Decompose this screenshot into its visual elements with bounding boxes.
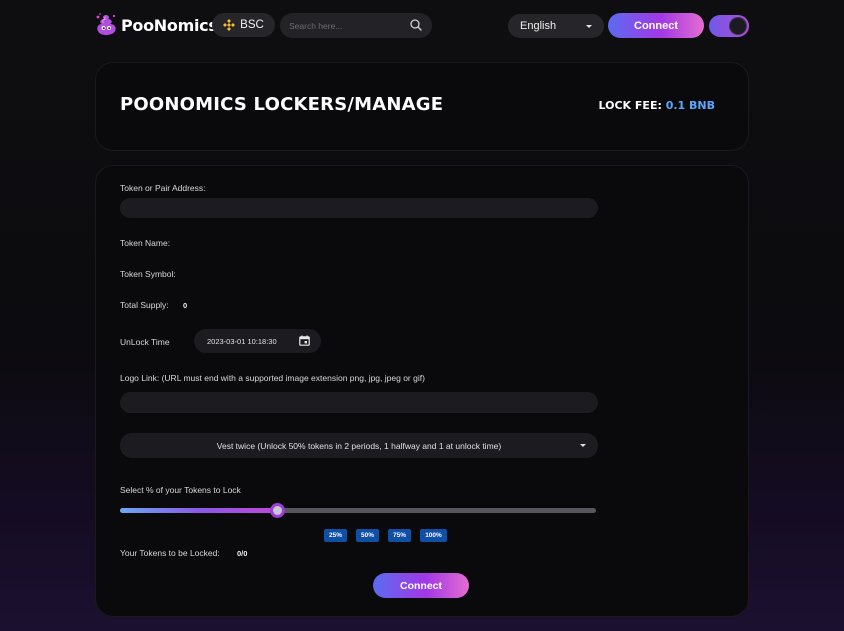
percent-50-button[interactable]: 50% — [356, 529, 379, 542]
chevron-down-icon — [580, 444, 586, 447]
tokens-locked-label: Your Tokens to be Locked: — [120, 548, 220, 558]
search-placeholder: Search here... — [289, 20, 343, 31]
unlock-time-input[interactable]: 2023-03-01 10:18:30 — [194, 329, 321, 353]
percent-75-button[interactable]: 75% — [388, 529, 411, 542]
unlock-time-value: 2023-03-01 10:18:30 — [207, 336, 277, 346]
vesting-select[interactable]: Vest twice (Unlock 50% tokens in 2 perio… — [120, 433, 598, 458]
search-input[interactable]: Search here... — [280, 13, 432, 38]
language-select[interactable]: English — [508, 14, 604, 38]
brand-logo[interactable]: PooNomics — [95, 12, 218, 38]
slider-thumb[interactable] — [270, 503, 286, 518]
logo-link-label: Logo Link: (URL must end with a supporte… — [120, 373, 425, 383]
unlock-time-label: UnLock Time — [120, 337, 170, 347]
percent-label: Select % of your Tokens to Lock — [120, 485, 241, 495]
top-navbar: PooNomics BSC Search here... English Con… — [0, 0, 844, 52]
calendar-icon[interactable] — [299, 335, 310, 348]
token-symbol-label: Token Symbol: — [120, 269, 176, 279]
total-supply-label: Total Supply: — [120, 300, 169, 310]
lock-fee-value: 0.1 BNB — [665, 99, 715, 112]
chevron-down-icon — [586, 24, 592, 28]
lock-fee-label: LOCK FEE: — [598, 99, 662, 112]
lock-percent-slider[interactable] — [120, 503, 596, 518]
poo-mascot-icon — [95, 12, 117, 38]
chain-selector-button[interactable]: BSC — [212, 13, 275, 37]
slider-fill — [120, 508, 278, 513]
search-icon[interactable] — [410, 18, 422, 33]
lock-fee: LOCK FEE: 0.1 BNB — [599, 99, 715, 112]
percent-25-button[interactable]: 25% — [324, 529, 347, 542]
total-supply-value: 0 — [183, 301, 188, 310]
tokens-locked-value: 0/0 — [237, 549, 248, 558]
brand-name: PooNomics — [121, 15, 218, 35]
connect-button[interactable]: Connect — [373, 573, 469, 598]
title-card: POONOMICS LOCKERS/MANAGE LOCK FEE: 0.1 B… — [95, 62, 749, 151]
language-label: English — [520, 20, 557, 32]
bnb-chain-icon — [223, 19, 236, 31]
vesting-selected-option: Vest twice (Unlock 50% tokens in 2 perio… — [216, 440, 502, 451]
token-address-label: Token or Pair Address: — [120, 183, 206, 193]
page-title: POONOMICS LOCKERS/MANAGE — [120, 94, 444, 115]
chain-label: BSC — [240, 19, 264, 31]
connect-wallet-button[interactable]: Connect — [608, 13, 704, 38]
percent-100-button[interactable]: 100% — [420, 529, 447, 542]
token-address-input[interactable] — [120, 198, 598, 218]
toggle-knob-icon — [729, 17, 747, 35]
token-name-label: Token Name: — [120, 238, 171, 248]
locker-form: Token or Pair Address: Token Name: Token… — [95, 165, 749, 617]
logo-link-input[interactable] — [120, 392, 598, 413]
theme-toggle[interactable] — [709, 15, 749, 37]
